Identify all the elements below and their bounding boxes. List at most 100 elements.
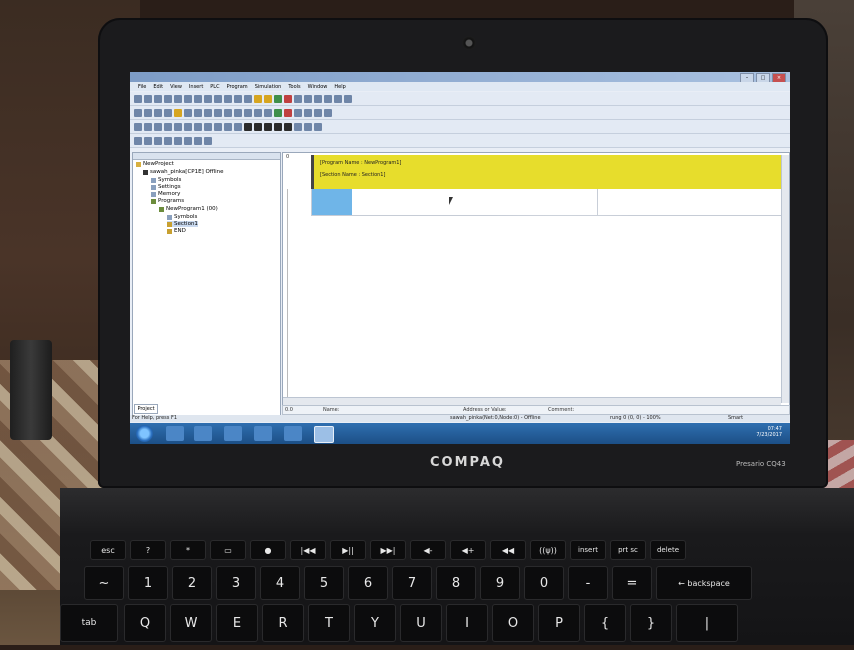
coil-icon[interactable] [244, 108, 252, 117]
key-esc[interactable]: esc [90, 540, 126, 560]
menu-program[interactable]: Program [227, 84, 248, 90]
menu-help[interactable]: Help [334, 84, 345, 90]
nc-contact-icon[interactable] [164, 122, 172, 131]
key-e[interactable]: E [216, 604, 258, 642]
project-icon[interactable] [174, 108, 182, 117]
window-switch-icon[interactable] [224, 426, 242, 441]
replace-icon[interactable] [234, 94, 242, 103]
open-icon[interactable] [144, 94, 152, 103]
rewind-icon[interactable] [304, 122, 312, 131]
menu-file[interactable]: File [138, 84, 146, 90]
simulate-icon[interactable] [304, 108, 312, 117]
paste-icon[interactable] [194, 94, 202, 103]
func-icon[interactable] [234, 122, 242, 131]
wire-icon[interactable] [184, 136, 192, 145]
horizontal-scrollbar[interactable] [283, 397, 781, 405]
cross-ref-icon[interactable] [154, 136, 162, 145]
step-out-icon[interactable] [284, 122, 292, 131]
vertical-scrollbar[interactable] [781, 155, 789, 403]
key-f8[interactable]: ◀- [410, 540, 446, 560]
new-icon[interactable] [134, 94, 142, 103]
key-1[interactable]: 1 [128, 566, 168, 600]
key-backspace[interactable]: ← backspace [656, 566, 752, 600]
menu-view[interactable]: View [170, 84, 182, 90]
search-address-icon[interactable] [164, 136, 172, 145]
key-q[interactable]: Q [124, 604, 166, 642]
tree-plc[interactable]: sawah_pinka[CP1E] Offline [143, 169, 224, 175]
arrow-icon[interactable] [174, 136, 182, 145]
grid-icon[interactable] [164, 108, 172, 117]
key-p[interactable]: P [538, 604, 580, 642]
compile-icon[interactable] [314, 94, 322, 103]
comment-icon[interactable] [214, 108, 222, 117]
start-button[interactable] [136, 425, 153, 442]
contact-nc-icon[interactable] [234, 108, 242, 117]
key-2[interactable]: 2 [172, 566, 212, 600]
key-f9[interactable]: ◀+ [450, 540, 486, 560]
coil-out-icon[interactable] [214, 122, 222, 131]
tile-icon[interactable] [334, 94, 342, 103]
wire-up-icon[interactable] [194, 136, 202, 145]
key-4[interactable]: 4 [260, 566, 300, 600]
key-rbrace[interactable]: } [630, 604, 672, 642]
wire-down-icon[interactable] [204, 136, 212, 145]
find-icon[interactable] [224, 94, 232, 103]
zoom-in-icon[interactable] [134, 108, 142, 117]
select-icon[interactable] [134, 122, 142, 131]
key-pipe[interactable]: | [676, 604, 738, 642]
contact-no-icon[interactable] [224, 108, 232, 117]
cascade-icon[interactable] [344, 94, 352, 103]
address-icon[interactable] [204, 108, 212, 117]
key-r[interactable]: R [262, 604, 304, 642]
key-tab[interactable]: tab [60, 604, 118, 642]
help-icon[interactable] [244, 94, 252, 103]
line-icon[interactable] [264, 108, 272, 117]
vertical-icon[interactable] [194, 122, 202, 131]
rung-icon[interactable] [144, 122, 152, 131]
key-8[interactable]: 8 [436, 566, 476, 600]
save-icon[interactable] [154, 94, 162, 103]
key-9[interactable]: 9 [480, 566, 520, 600]
run-icon[interactable] [274, 94, 282, 103]
fast-forward-icon[interactable] [294, 122, 302, 131]
watch-icon[interactable] [194, 108, 202, 117]
key-equals[interactable]: = [612, 566, 652, 600]
tab-project[interactable]: Project [134, 404, 158, 414]
menu-edit[interactable]: Edit [153, 84, 163, 90]
tree-root[interactable]: NewProject [136, 161, 174, 167]
key-prtsc[interactable]: prt sc [610, 540, 646, 560]
instruction-icon[interactable] [254, 108, 262, 117]
bookmark-icon[interactable] [134, 136, 142, 145]
zoom-fit-icon[interactable] [154, 108, 162, 117]
explorer-icon[interactable] [166, 426, 184, 441]
menu-insert[interactable]: Insert [189, 84, 203, 90]
menu-window[interactable]: Window [308, 84, 328, 90]
step-in-icon[interactable] [274, 122, 282, 131]
tree-section1[interactable]: Section1 [167, 221, 198, 227]
key-y[interactable]: Y [354, 604, 396, 642]
cx-programmer-icon[interactable] [314, 426, 334, 443]
selected-cell[interactable] [312, 189, 352, 215]
or-not-icon[interactable] [184, 122, 192, 131]
tree-memory[interactable]: Memory [151, 191, 180, 197]
contact-icon[interactable] [154, 122, 162, 131]
firefox-icon[interactable] [254, 426, 272, 441]
tree-program1[interactable]: NewProgram1 (00) [159, 206, 218, 212]
ladder-editor[interactable]: 0 [Program Name : NewProgram1] [Section … [282, 152, 790, 406]
play-icon[interactable] [244, 122, 252, 131]
key-f11[interactable]: ((ψ)) [530, 540, 566, 560]
key-minus[interactable]: - [568, 566, 608, 600]
app-icon[interactable] [194, 426, 212, 441]
key-u[interactable]: U [400, 604, 442, 642]
print-icon[interactable] [164, 94, 172, 103]
rung-0[interactable] [311, 189, 787, 216]
compare-icon[interactable] [304, 94, 312, 103]
cut-icon[interactable] [174, 94, 182, 103]
tree-program-symbols[interactable]: Symbols [167, 214, 197, 220]
online-icon[interactable] [254, 94, 262, 103]
key-insert[interactable]: insert [570, 540, 606, 560]
key-5[interactable]: 5 [304, 566, 344, 600]
zoom-out-icon[interactable] [144, 108, 152, 117]
stop-sim-icon[interactable] [264, 122, 272, 131]
tree-programs[interactable]: Programs [151, 198, 184, 204]
